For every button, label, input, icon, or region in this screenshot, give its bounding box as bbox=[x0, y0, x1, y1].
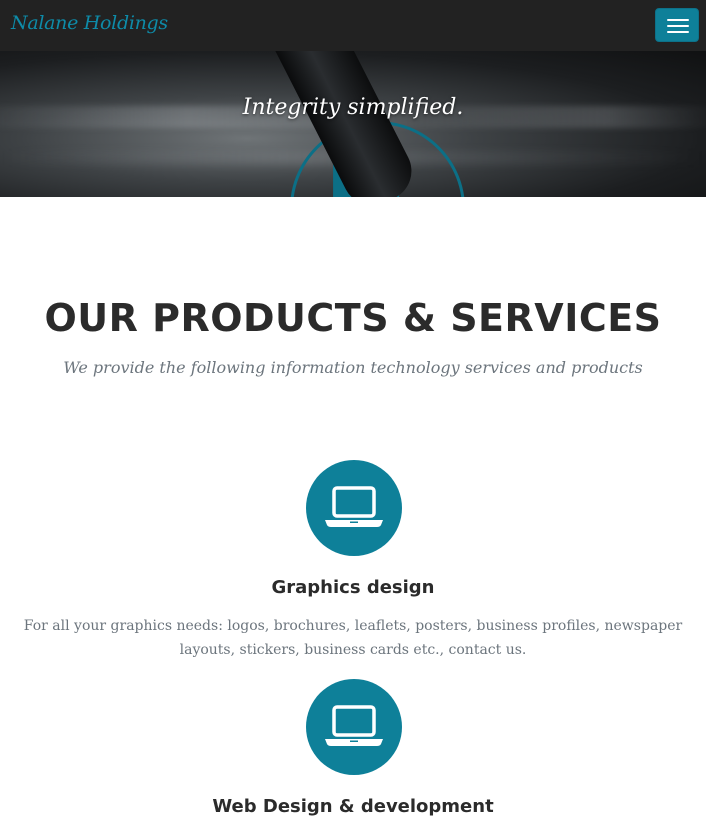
hamburger-menu-icon-bar bbox=[667, 25, 689, 27]
laptop-icon bbox=[306, 460, 402, 556]
laptop-icon-svg bbox=[325, 486, 383, 527]
brand-logo[interactable]: Nalane Holdings bbox=[11, 12, 168, 34]
service-title: Graphics design bbox=[271, 577, 435, 598]
section-subtitle: We provide the following information tec… bbox=[63, 358, 643, 377]
service-title: Web Design & development bbox=[212, 796, 494, 817]
section-title: OUR PRODUCTS & SERVICES bbox=[44, 296, 662, 340]
navbar: Nalane Holdings bbox=[0, 0, 706, 51]
laptop-icon bbox=[306, 679, 402, 775]
hero-banner: n Integrity simplified. bbox=[0, 51, 706, 197]
hamburger-menu-icon-bar bbox=[667, 31, 689, 33]
laptop-icon-svg bbox=[325, 705, 383, 746]
hamburger-menu-icon bbox=[667, 19, 689, 21]
hero-tagline: Integrity simplified. bbox=[242, 95, 464, 120]
menu-toggle-button[interactable] bbox=[655, 8, 699, 42]
service-description: For all your graphics needs: logos, broc… bbox=[23, 618, 683, 658]
